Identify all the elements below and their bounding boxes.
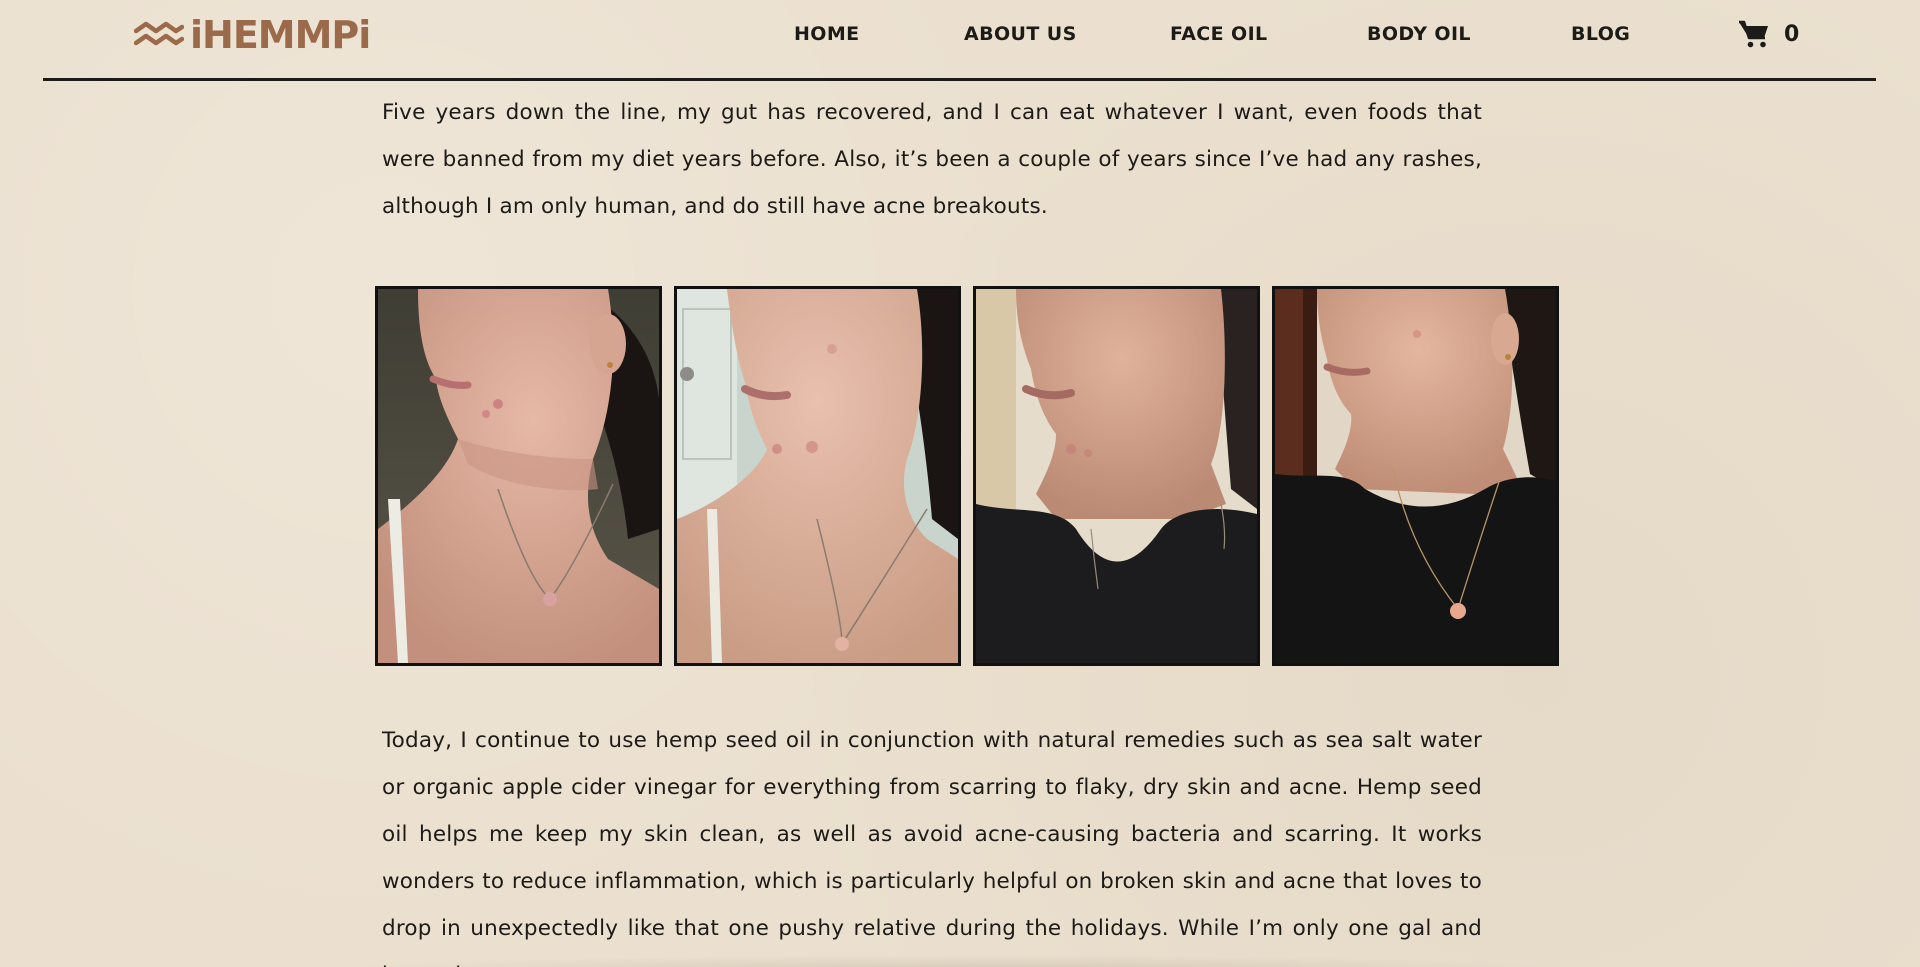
main-nav: HOME ABOUT US FACE OIL BODY OIL BLOG — [0, 18, 1920, 50]
cart-button[interactable]: 0 — [1738, 17, 1799, 51]
cart-count: 0 — [1784, 21, 1800, 47]
face-profile-photo-2-image — [677, 289, 958, 663]
face-profile-photo-1-image — [378, 289, 659, 663]
face-profile-photo-1[interactable] — [375, 286, 662, 666]
face-profile-photo-4-image — [1275, 289, 1556, 663]
face-profile-photo-3-image — [976, 289, 1257, 663]
nav-home[interactable]: HOME — [794, 18, 860, 50]
nav-body-oil[interactable]: BODY OIL — [1367, 18, 1471, 50]
header-divider — [43, 78, 1876, 81]
page: iHEMMPi HOME ABOUT US FACE OIL BODY OIL … — [0, 0, 1920, 967]
nav-blog[interactable]: BLOG — [1571, 18, 1630, 50]
photo-gallery — [375, 286, 1559, 666]
face-profile-photo-4[interactable] — [1272, 286, 1559, 666]
face-profile-photo-3[interactable] — [973, 286, 1260, 666]
scroll-fade — [330, 955, 1590, 967]
site-header: iHEMMPi HOME ABOUT US FACE OIL BODY OIL … — [0, 0, 1920, 81]
article-paragraph: Five years down the line, my gut has rec… — [382, 100, 1482, 219]
nav-face-oil[interactable]: FACE OIL — [1170, 18, 1268, 50]
nav-about-us[interactable]: ABOUT US — [964, 18, 1077, 50]
face-profile-photo-2[interactable] — [674, 286, 961, 666]
shopping-cart-icon — [1739, 20, 1768, 48]
article-paragraph: Today, I continue to use hemp seed oil i… — [382, 728, 1482, 967]
